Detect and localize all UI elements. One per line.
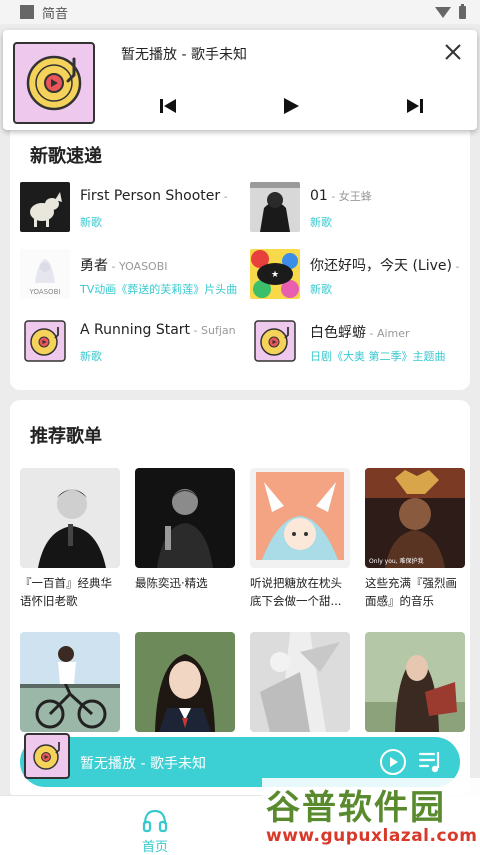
status-bar: 简音 — [0, 0, 480, 24]
playlist-cover — [20, 468, 120, 568]
song-tag: 新歌 — [310, 283, 332, 296]
playlist-cover: Only you, 难保护我 — [365, 468, 465, 568]
song-cover — [20, 182, 70, 232]
song-item[interactable]: 01 - 女王蜂 新歌 — [250, 182, 470, 234]
playlist-cover — [135, 632, 235, 732]
status-app-name: 简音 — [42, 6, 69, 22]
song-item[interactable]: ★ 你还好吗，今天 (Live) - 新歌 — [250, 249, 470, 301]
battery-icon — [459, 3, 466, 19]
playlist-item[interactable]: 『一百首』经典华语怀旧老歌 — [20, 468, 120, 610]
song-name: 你还好吗，今天 (Live) - — [310, 258, 460, 274]
song-item[interactable]: 白色蜉蝣 - Aimer 日剧《大奥 第二季》主题曲 — [250, 316, 470, 368]
next-icon[interactable] — [405, 96, 425, 116]
playlist-queue-icon[interactable] — [418, 749, 444, 775]
song-name: 勇者 - YOASOBI — [80, 258, 168, 274]
watermark: 谷普软件园 www.gupuxlazal.com — [262, 778, 480, 855]
song-tag: TV动画《葬送的芙莉莲》片头曲 — [80, 283, 238, 296]
song-cover: YOASOBI — [20, 249, 70, 299]
playlists-title: 推荐歌单 — [30, 426, 102, 447]
playlist-title: 最陈奕迅·精选 — [135, 576, 208, 590]
new-songs-card: 新歌速递 First Person Shooter - 新歌 01 - 女王蜂 … — [10, 118, 470, 390]
song-item[interactable]: A Running Start - Sufjan 新歌 — [20, 316, 240, 368]
song-tag: 新歌 — [80, 216, 102, 229]
svg-text:Only you, 难保护我: Only you, 难保护我 — [369, 557, 424, 565]
song-item[interactable]: First Person Shooter - 新歌 — [20, 182, 240, 234]
song-name: 白色蜉蝣 - Aimer — [310, 325, 410, 341]
song-name: First Person Shooter - — [80, 188, 228, 204]
mini-player-title: 暂无播放 - 歌手未知 — [80, 756, 206, 772]
headphones-icon — [142, 809, 168, 833]
music-disc-icon — [13, 42, 95, 124]
song-tag: 新歌 — [310, 216, 332, 229]
new-songs-title: 新歌速递 — [30, 146, 102, 167]
notification-title: 暂无播放 - 歌手未知 — [121, 47, 247, 63]
music-disc-icon — [24, 733, 70, 779]
song-tag: 新歌 — [80, 350, 102, 363]
wifi-icon — [435, 6, 451, 18]
nav-home[interactable]: 首页 — [130, 802, 180, 855]
song-name: 01 - 女王蜂 — [310, 188, 372, 204]
watermark-main: 谷普软件园 — [266, 788, 446, 828]
playlist-title: 这些充满『强烈画面感』的音乐 — [365, 576, 457, 608]
song-cover — [250, 182, 300, 232]
song-cover: ★ — [250, 249, 300, 299]
playlist-cover — [250, 468, 350, 568]
playlist-item[interactable]: Only you, 难保护我 这些充满『强烈画面感』的音乐 — [365, 468, 465, 610]
play-icon[interactable] — [380, 749, 406, 775]
song-tag: 日剧《大奥 第二季》主题曲 — [310, 350, 446, 363]
app-status-icon — [20, 5, 34, 19]
song-name: A Running Start - Sufjan — [80, 322, 236, 338]
playlist-cover — [135, 468, 235, 568]
playlist-title: 听说把糖放在枕头底下会做一个甜... — [250, 576, 342, 608]
playlist-cover — [20, 632, 120, 732]
playlist-cover — [365, 632, 465, 732]
playlist-item[interactable]: 最陈奕迅·精选 — [135, 468, 235, 610]
music-disc-icon — [20, 316, 70, 366]
nav-home-label: 首页 — [141, 840, 168, 855]
play-icon[interactable] — [281, 96, 301, 116]
svg-text:YOASOBI: YOASOBI — [29, 288, 61, 296]
song-item[interactable]: YOASOBI 勇者 - YOASOBI TV动画《葬送的芙莉莲》片头曲 — [20, 249, 240, 301]
music-disc-icon — [250, 316, 300, 366]
playlist-title: 『一百首』经典华语怀旧老歌 — [20, 576, 112, 608]
playlist-cover — [250, 632, 350, 732]
previous-icon[interactable] — [158, 96, 178, 116]
close-icon[interactable] — [443, 42, 463, 62]
svg-text:★: ★ — [271, 270, 279, 280]
playlist-item[interactable]: 听说把糖放在枕头底下会做一个甜... — [250, 468, 350, 610]
media-notification[interactable]: 暂无播放 - 歌手未知 — [3, 30, 477, 130]
watermark-url: www.gupuxlazal.com — [266, 826, 478, 846]
